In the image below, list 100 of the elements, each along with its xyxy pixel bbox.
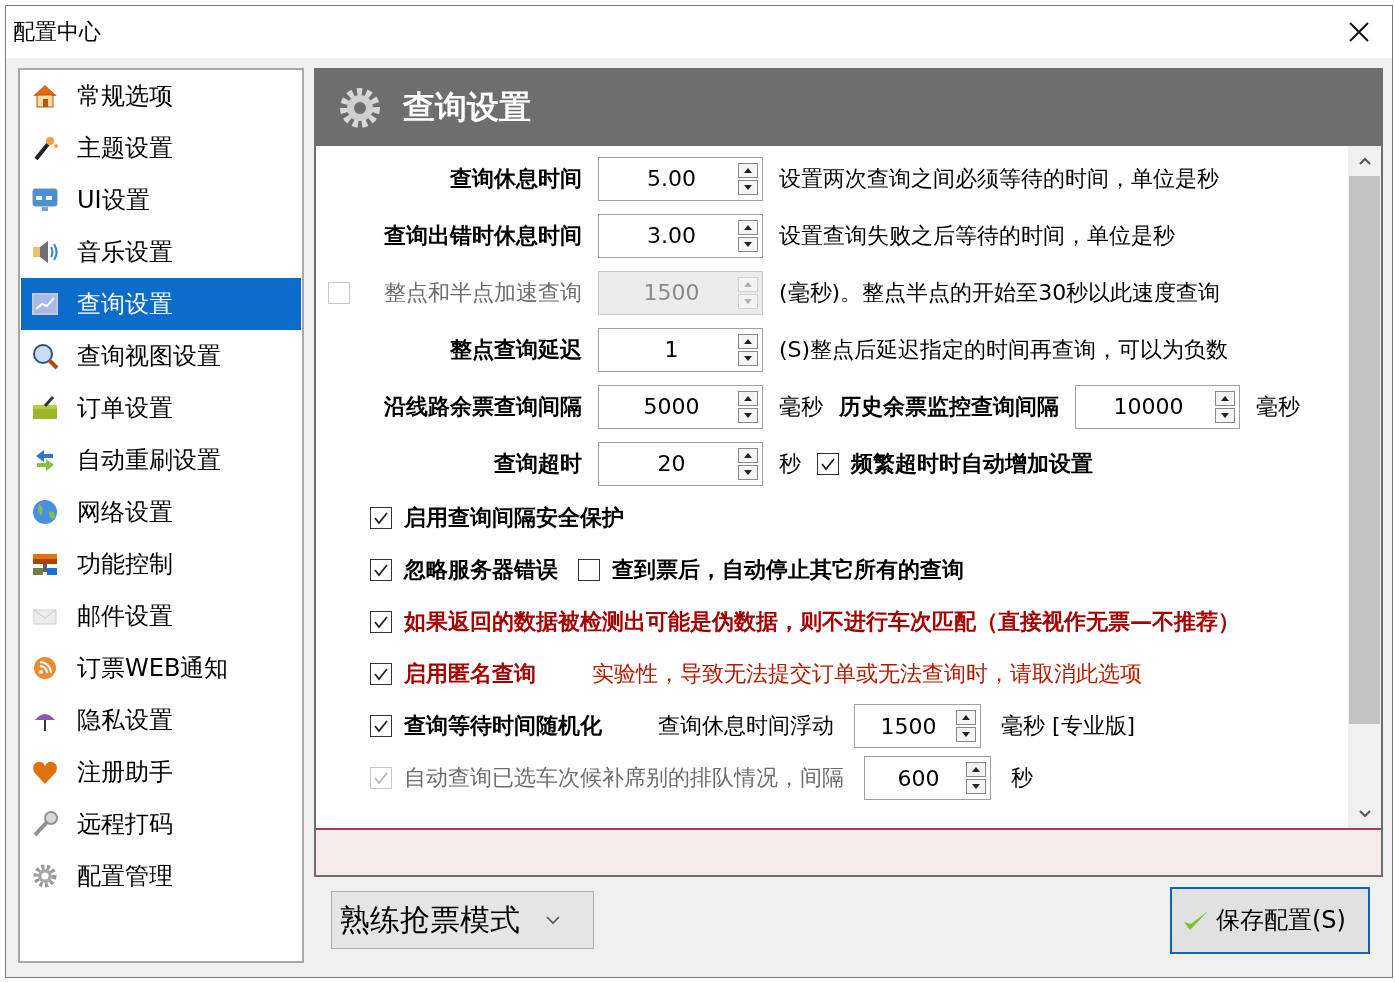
checkbox[interactable] [370,611,392,633]
spin-down-button[interactable] [738,236,758,252]
sidebar-item[interactable]: 远程打码 [21,798,301,850]
sidebar-item[interactable]: 网络设置 [21,486,301,538]
checkbox-label: 启用查询间隔安全保护 [404,504,624,532]
setting-text: (毫秒)。整点半点的开始至30秒以此速度查询 [779,278,1221,307]
field-label: 整点和半点加速查询 [384,278,582,307]
field-label: 查询超时 [494,449,582,478]
checkbox-label: 如果返回的数据被检测出可能是伪数据，则不进行车次匹配（直接视作无票—不推荐） [404,608,1240,636]
checkbox-label: 启用匿名查询 [404,660,536,688]
up-triangle-icon [743,394,753,402]
spin-up-button[interactable] [738,447,758,463]
box-icon [31,394,59,422]
sidebar-item[interactable]: 配置管理 [21,850,301,902]
rss-icon [31,654,59,682]
scrollbar-thumb[interactable] [1349,176,1380,724]
number-field[interactable]: 20 [598,441,763,486]
up-triangle-icon [1220,394,1230,402]
number-field[interactable]: 5000 [598,384,763,429]
window-title: 配置中心 [13,18,101,46]
setting-text: 秒 [1011,764,1033,792]
spin-up-button[interactable] [738,333,758,349]
panel-title: 查询设置 [403,87,531,128]
spin-up-button[interactable] [738,390,758,406]
sidebar-item[interactable]: 注册助手 [21,746,301,798]
spin-up-button[interactable] [738,162,758,178]
setting-text: 毫秒 [779,392,823,421]
sidebar-item[interactable]: 隐私设置 [21,694,301,746]
spin-down-button[interactable] [956,727,976,742]
number-field[interactable]: 1500 [854,704,981,748]
up-triangle-icon [743,280,753,288]
checkbox[interactable] [370,559,392,581]
down-triangle-icon [743,354,753,362]
field-label: 查询出错时休息时间 [384,221,582,250]
number-field[interactable]: 1 [598,327,763,372]
sidebar-item[interactable]: 查询视图设置 [21,330,301,382]
spin-down-button[interactable] [738,407,758,423]
up-triangle-icon [743,451,753,459]
checkbox-label: 忽略服务器错误 [404,556,558,584]
setting-text: 查询休息时间浮动 [658,712,834,740]
gear-icon [31,862,59,890]
spin-up-button[interactable] [738,219,758,235]
checkbox[interactable] [370,507,392,529]
sidebar-item[interactable]: 自动重刷设置 [21,434,301,486]
monitor-icon [31,186,59,214]
down-triangle-icon [971,783,981,790]
down-triangle-icon [743,297,753,305]
setting-text: 实验性，导致无法提交订单或无法查询时，请取消此选项 [592,660,1142,688]
checkbox[interactable] [370,663,392,685]
mode-dropdown[interactable]: 熟练抢票模式 [331,891,594,949]
down-triangle-icon [743,240,753,248]
checkbox-label: 查到票后，自动停止其它所有的查询 [612,556,964,584]
spin-down-button[interactable] [738,179,758,195]
sidebar-item[interactable]: 音乐设置 [21,226,301,278]
spin-up-button[interactable] [956,710,976,725]
spin-down-button[interactable] [966,779,986,794]
spin-down-button[interactable] [738,464,758,480]
sidebar-item[interactable]: 订单设置 [21,382,301,434]
spin-up-button[interactable] [1215,390,1235,406]
number-field[interactable]: 5.00 [598,156,763,201]
up-triangle-icon [743,223,753,231]
sidebar-item[interactable]: 查询设置 [21,278,301,330]
setting-text: 设置两次查询之间必须等待的时间，单位是秒 [779,164,1219,193]
up-triangle-icon [743,337,753,345]
sidebar-item[interactable]: 功能控制 [21,538,301,590]
setting-text: 设置查询失败之后等待的时间，单位是秒 [779,221,1175,250]
sidebar-item[interactable]: 邮件设置 [21,590,301,642]
spin-up-button[interactable] [966,762,986,777]
number-field[interactable]: 10000 [1075,384,1240,429]
sidebar-item[interactable]: UI设置 [21,174,301,226]
up-triangle-icon [743,166,753,174]
down-triangle-icon [743,411,753,419]
up-triangle-icon [971,766,981,773]
chevron-down-icon [1358,808,1371,818]
sidebar-item[interactable]: 主题设置 [21,122,301,174]
checkbox-label: 频繁超时时自动增加设置 [851,449,1093,478]
up-triangle-icon [961,714,971,721]
chart-icon [31,290,59,318]
field-label: 查询休息时间 [450,164,582,193]
checkbox[interactable] [578,559,600,581]
save-button[interactable]: 保存配置(S) [1170,886,1370,954]
down-triangle-icon [961,731,971,738]
sidebar-item[interactable]: 订票WEB通知 [21,642,301,694]
number-field[interactable]: 3.00 [598,213,763,258]
number-field[interactable]: 600 [864,756,991,800]
field-label: 整点查询延迟 [450,335,582,364]
spin-down-button[interactable] [1215,407,1235,423]
down-triangle-icon [743,183,753,191]
spin-down-button[interactable] [738,350,758,366]
setting-text: 毫秒 [专业版] [1001,712,1136,740]
check-icon [1182,908,1210,932]
checkbox[interactable] [370,715,392,737]
checkbox[interactable] [817,452,839,475]
sidebar-item[interactable]: 常规选项 [21,70,301,122]
key-icon [31,810,59,838]
magnifier-icon [31,342,59,370]
setting-text: 历史余票监控查询间隔 [839,392,1059,421]
setting-text: 毫秒 [1256,392,1300,421]
caret-icon [546,915,560,925]
house-icon [31,82,59,110]
